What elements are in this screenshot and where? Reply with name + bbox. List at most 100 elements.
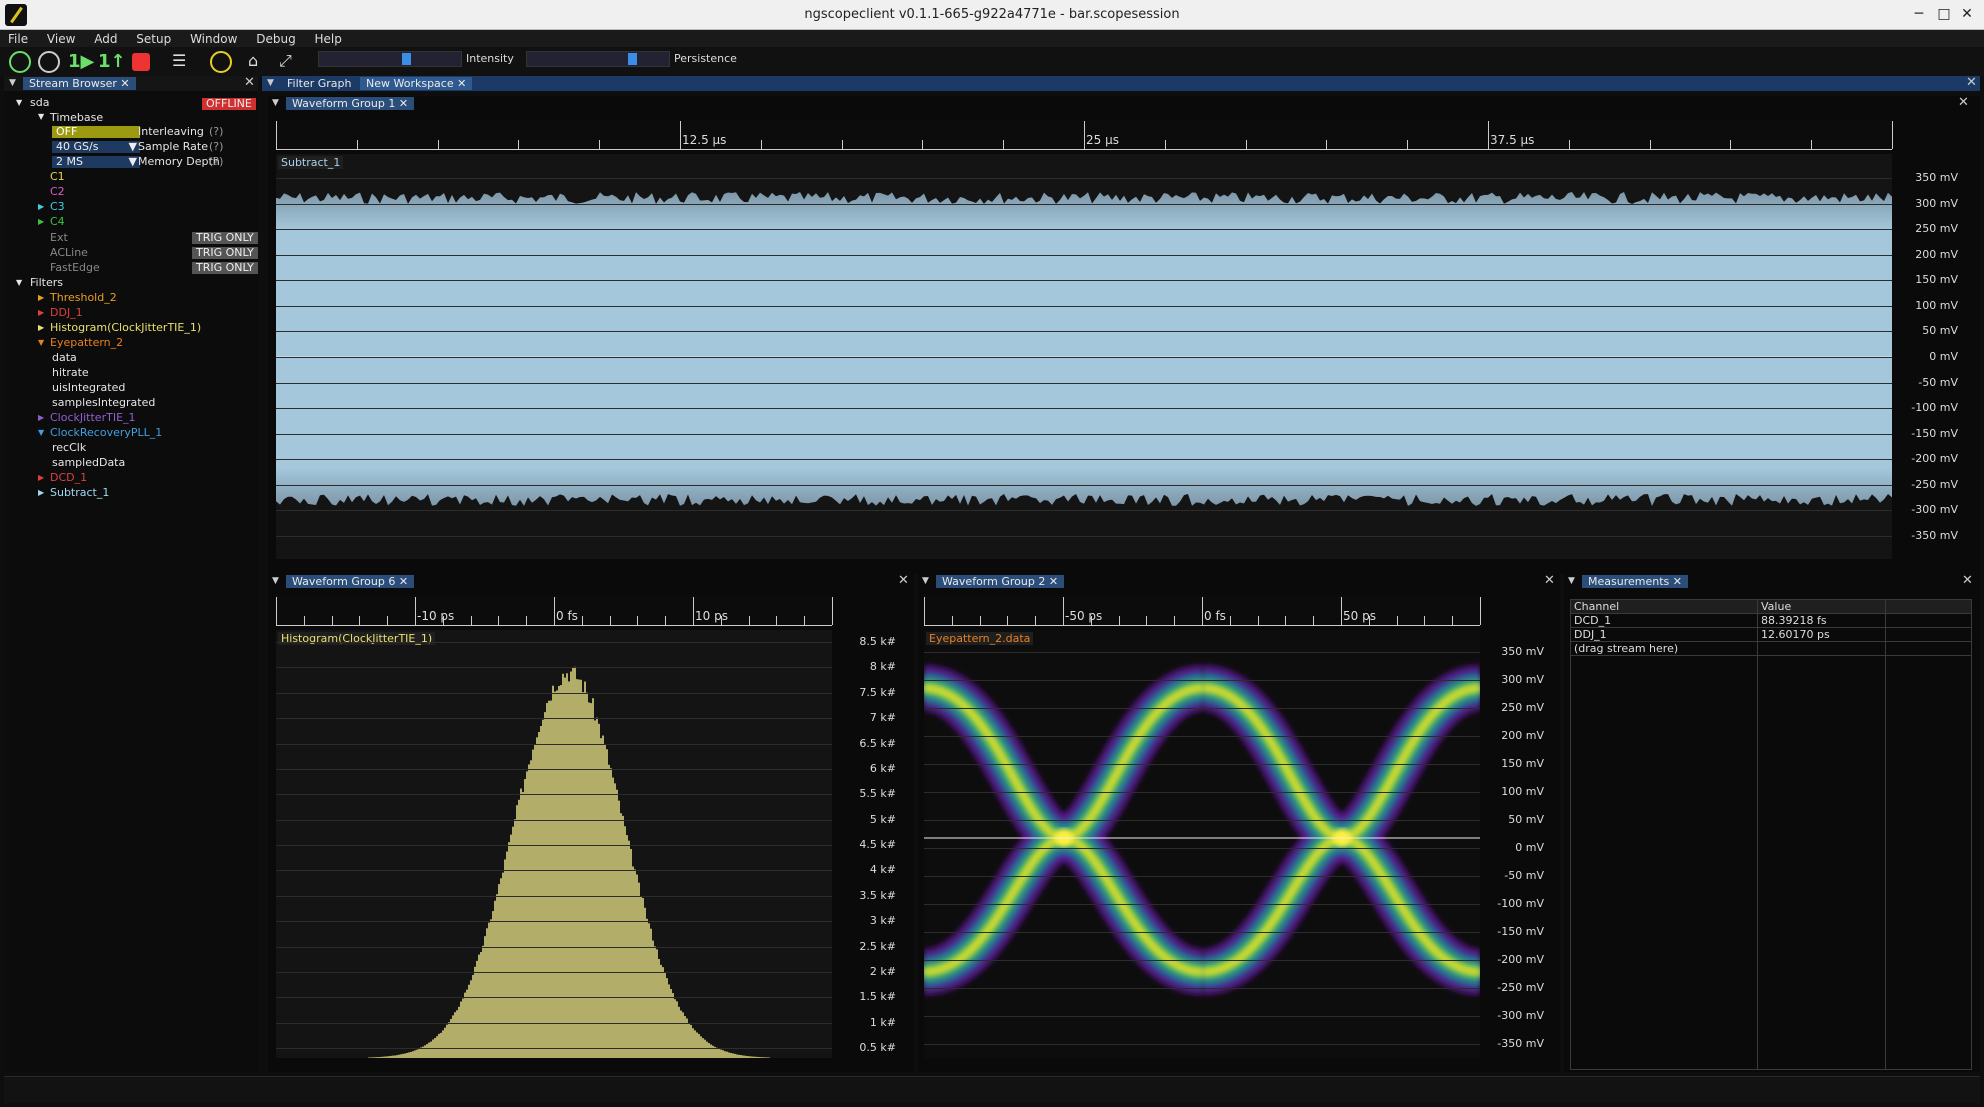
filter-histogram[interactable]: Histogram(ClockJitterTIE_1) [50,321,201,334]
close-panel-icon[interactable]: ✕ [1962,573,1973,588]
histogram-plot[interactable]: Histogram(ClockJitterTIE_1) [276,630,832,1058]
filter-subtract-1[interactable]: Subtract_1 [50,486,109,499]
channel-c2[interactable]: C2 [50,185,65,198]
drop-target-row[interactable]: (drag stream here) [1570,641,1972,656]
expand-filter-icon[interactable]: ▶ [38,293,44,302]
stream-sampleddata[interactable]: sampledData [52,456,125,469]
trace-label[interactable]: Subtract_1 [278,156,344,169]
filter-dcd-1[interactable]: DCD_1 [50,471,87,484]
minimize-icon[interactable]: ─ [1910,5,1928,23]
timeline-ruler[interactable]: -10 ps 0 fs 10 ps [276,596,833,626]
expand-timebase-icon[interactable]: ▼ [38,112,44,121]
stream-data[interactable]: data [52,351,77,364]
expand-sda-icon[interactable]: ▼ [16,98,22,107]
collapse-filter-icon[interactable]: ▼ [38,428,44,437]
trigger-single-icon[interactable]: 1▶ [68,51,94,73]
panel-menu-icon[interactable]: ▼ [922,576,929,586]
trigger-force-icon[interactable]: 1↑ [98,51,126,73]
stream-uisintegrated[interactable]: uisIntegrated [52,381,125,394]
channel-c4[interactable]: C4 [50,215,65,228]
filter-ddj-1[interactable]: DDJ_1 [50,306,83,319]
trig-input-fastedge[interactable]: FastEdge [50,261,100,274]
trig-input-acline[interactable]: ACLine [50,246,88,259]
menu-debug[interactable]: Debug [248,30,302,46]
close-group-icon[interactable]: ✕ [1958,95,1969,110]
close-workspace-icon[interactable]: ✕ [1966,75,1977,90]
column-header-channel[interactable]: Channel [1570,599,1758,614]
stop-icon[interactable] [132,53,150,71]
timebase-label[interactable]: Timebase [50,111,103,124]
maximize-icon[interactable]: □ [1935,5,1953,23]
tab-new-workspace[interactable]: New Workspace ✕ [360,77,473,90]
expand-c4-icon[interactable]: ▶ [38,217,44,226]
stream-samplesintegrated[interactable]: samplesIntegrated [52,396,155,409]
expand-filter-icon[interactable]: ▶ [38,488,44,497]
tab-measurements[interactable]: Measurements ✕ [1582,575,1688,588]
sample-rate-select[interactable]: 40 GS/s ▼ [52,141,140,153]
trigger-run-icon[interactable] [9,51,31,73]
filter-eyepattern-2[interactable]: Eyepattern_2 [50,336,123,349]
interleaving-toggle[interactable]: OFF [52,126,140,138]
intensity-slider-knob[interactable] [402,53,412,65]
expand-c3-icon[interactable]: ▶ [38,202,44,211]
column-header-value[interactable]: Value [1757,599,1886,614]
channel-c1[interactable]: C1 [50,170,65,183]
menu-add[interactable]: Add [86,30,124,46]
memory-depth-help[interactable]: (?) [209,155,223,168]
menu-view[interactable]: View [39,30,82,46]
timeline-ruler[interactable]: -50 ps 0 fs 50 ps [924,596,1481,626]
menu-help[interactable]: Help [307,30,349,46]
intensity-slider[interactable] [318,51,462,67]
trig-input-ext[interactable]: Ext [50,231,68,244]
tab-stream-browser[interactable]: Stream Browser ✕ [23,77,136,90]
memory-depth-select[interactable]: 2 MS ▼ [52,156,140,168]
panel-menu-icon[interactable]: ▼ [9,78,16,88]
expand-filter-icon[interactable]: ▶ [38,413,44,422]
clear-sweeps-icon[interactable]: ⌂ [248,51,270,73]
close-group-icon[interactable]: ✕ [1544,573,1555,588]
instrument-name[interactable]: sda [30,96,49,109]
stream-recclk[interactable]: recClk [52,441,86,454]
close-group-icon[interactable]: ✕ [898,573,909,588]
expand-filters-icon[interactable]: ▼ [16,278,22,287]
collapse-filter-icon[interactable]: ▼ [38,338,44,347]
menu-file[interactable]: File [0,30,35,46]
table-row[interactable]: DCD_1 88.39218 fs [1570,613,1972,628]
panel-menu-icon[interactable]: ▼ [272,98,279,108]
close-window-icon[interactable]: ✕ [1958,5,1976,23]
eye-pattern-plot[interactable]: Eyepattern_2.data [924,630,1480,1058]
waveform-plot[interactable]: Subtract_1 [276,154,1892,559]
sample-rate-help[interactable]: (?) [209,140,223,153]
filters-label[interactable]: Filters [30,276,63,289]
channel-c3[interactable]: C3 [50,200,65,213]
filter-threshold-2[interactable]: Threshold_2 [50,291,117,304]
expand-filter-icon[interactable]: ▶ [38,473,44,482]
filter-clockjittertie-1[interactable]: ClockJitterTIE_1 [50,411,136,424]
trigger-auto-icon[interactable] [38,51,60,73]
close-panel-icon[interactable]: ✕ [244,75,255,90]
tab-waveform-group-1[interactable]: Waveform Group 1 ✕ [286,97,415,110]
persistence-slider[interactable] [526,51,670,67]
menu-setup[interactable]: Setup [128,30,178,46]
tab-waveform-group-2[interactable]: Waveform Group 2 ✕ [936,575,1065,588]
expand-filter-icon[interactable]: ▶ [38,308,44,317]
history-icon[interactable]: ☰ [172,51,194,73]
fullscreen-icon[interactable]: ⤢ [279,51,301,73]
trace-label[interactable]: Eyepattern_2.data [926,632,1034,645]
interleaving-help[interactable]: (?) [209,125,223,138]
menu-window[interactable]: Window [182,30,244,46]
panel-menu-icon[interactable]: ▼ [267,78,274,88]
tab-waveform-group-6[interactable]: Waveform Group 6 ✕ [286,575,415,588]
histogram-bar [746,1055,748,1058]
expand-filter-icon[interactable]: ▶ [38,323,44,332]
trace-label[interactable]: Histogram(ClockJitterTIE_1) [278,632,436,645]
panel-menu-icon[interactable]: ▼ [272,576,279,586]
filter-clockrecoverypll-1[interactable]: ClockRecoveryPLL_1 [50,426,162,439]
refresh-settings-icon[interactable] [210,51,232,73]
persistence-slider-knob[interactable] [627,53,637,65]
timeline-ruler[interactable]: 12.5 µs 25 µs 37.5 µs [276,120,1893,150]
panel-menu-icon[interactable]: ▼ [1568,576,1575,586]
stream-hitrate[interactable]: hitrate [52,366,89,379]
table-row[interactable]: DDJ_1 12.60170 ps [1570,627,1972,642]
tab-filter-graph[interactable]: Filter Graph [281,77,357,90]
